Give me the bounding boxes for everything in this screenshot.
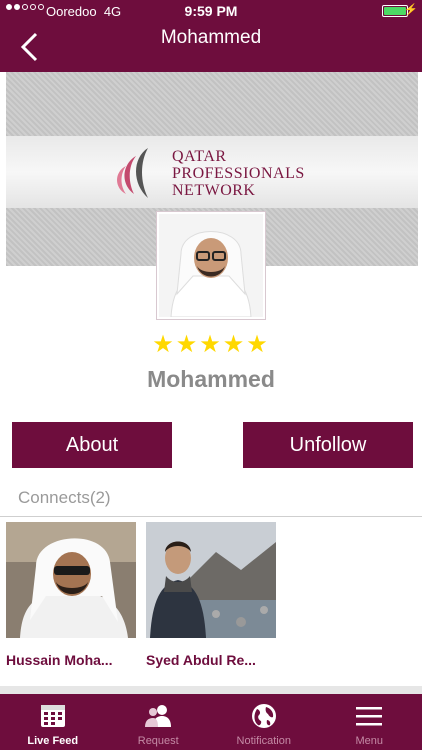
connects-header: Connects(2) [18, 488, 111, 507]
profile-name: Mohammed [147, 366, 275, 392]
tab-request[interactable]: Request [106, 694, 212, 750]
unfollow-button[interactable]: Unfollow [243, 422, 413, 468]
hamburger-icon [356, 707, 383, 726]
status-bar: Ooredoo 4G 9:59 PM ⚡ [0, 0, 422, 22]
connect-photo[interactable] [146, 522, 276, 638]
connect-card[interactable]: Hussain Moha... [6, 522, 136, 668]
connect-name[interactable]: Hussain Moha... [6, 652, 136, 668]
navigation-bar: Mohammed [0, 22, 422, 72]
divider [0, 516, 422, 517]
users-icon [145, 705, 172, 727]
qpn-logo-icon [117, 148, 148, 198]
connect-card[interactable]: Syed Abdul Re... [146, 522, 276, 668]
calendar-icon [40, 705, 65, 727]
tab-label: Menu [355, 735, 384, 747]
about-button[interactable]: About [12, 422, 172, 468]
charging-icon: ⚡ [404, 4, 418, 16]
globe-icon [251, 704, 276, 728]
page-title: Mohammed [160, 27, 262, 48]
tab-label: Live Feed [27, 735, 79, 747]
connect-name[interactable]: Syed Abdul Re... [146, 652, 276, 668]
tab-menu[interactable]: Menu [317, 694, 422, 750]
tab-bar: Live Feed Request Notification Menu [0, 694, 422, 750]
tab-notification[interactable]: Notification [211, 694, 317, 750]
content-footer-divider [0, 686, 422, 694]
brand-name: QATAR PROFESSIONALS NETWORK [172, 148, 305, 199]
tab-label: Notification [236, 735, 291, 747]
tab-label: Request [137, 735, 179, 747]
profile-photo[interactable] [156, 211, 266, 320]
tab-live-feed[interactable]: Live Feed [0, 694, 106, 750]
status-time: 9:59 PM [184, 3, 238, 19]
star-rating: ★★★★★ [152, 331, 270, 358]
connect-photo[interactable] [6, 522, 136, 638]
